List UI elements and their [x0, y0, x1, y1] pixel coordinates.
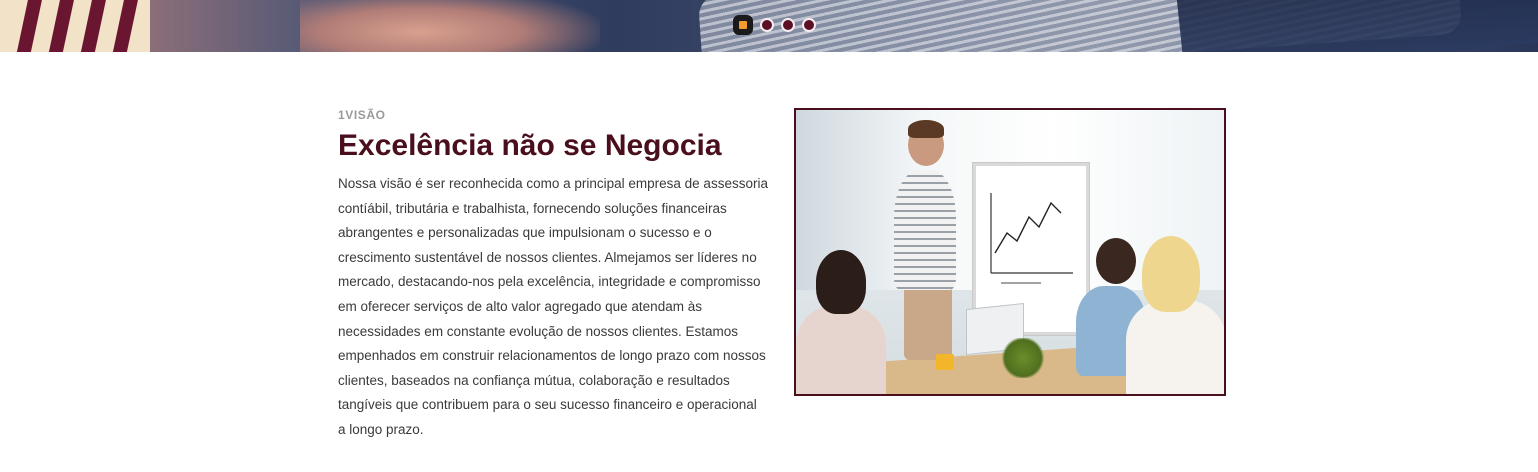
carousel-dot-4[interactable]	[802, 18, 816, 32]
section-body: Nossa visão é ser reconhecida como a pri…	[338, 176, 768, 437]
stripe	[111, 0, 139, 52]
stripe	[79, 0, 107, 52]
vision-section: 1VISÃO Excelência não se Negocia Nossa v…	[338, 108, 768, 443]
woman-right-body	[1126, 300, 1224, 394]
section-title: Excelência não se Negocia	[338, 129, 722, 162]
stripe	[15, 0, 43, 52]
team-meeting-photo	[794, 108, 1226, 396]
hero-hand-image	[300, 0, 600, 52]
woman-left-head	[816, 250, 866, 314]
presenter-legs	[904, 280, 952, 360]
woman-right-head	[1142, 236, 1200, 312]
man-right-head	[1096, 238, 1136, 284]
carousel-pagination	[733, 15, 816, 35]
coffee-cup	[936, 354, 954, 370]
flipchart-graph-icon	[990, 193, 1073, 284]
carousel-dot-3[interactable]	[781, 18, 795, 32]
presenter-body	[894, 170, 956, 290]
table-plant	[1000, 338, 1046, 378]
stripe	[47, 0, 75, 52]
section-eyebrow: 1VISÃO	[338, 108, 386, 122]
carousel-dot-1[interactable]	[733, 15, 753, 35]
carousel-dot-2[interactable]	[760, 18, 774, 32]
woman-left-body	[796, 306, 886, 394]
hero-book-cover-image	[1176, 0, 1538, 52]
presenter-hair	[908, 120, 944, 138]
hero-banner	[0, 0, 1538, 52]
hero-stripes-decoration	[0, 0, 150, 52]
